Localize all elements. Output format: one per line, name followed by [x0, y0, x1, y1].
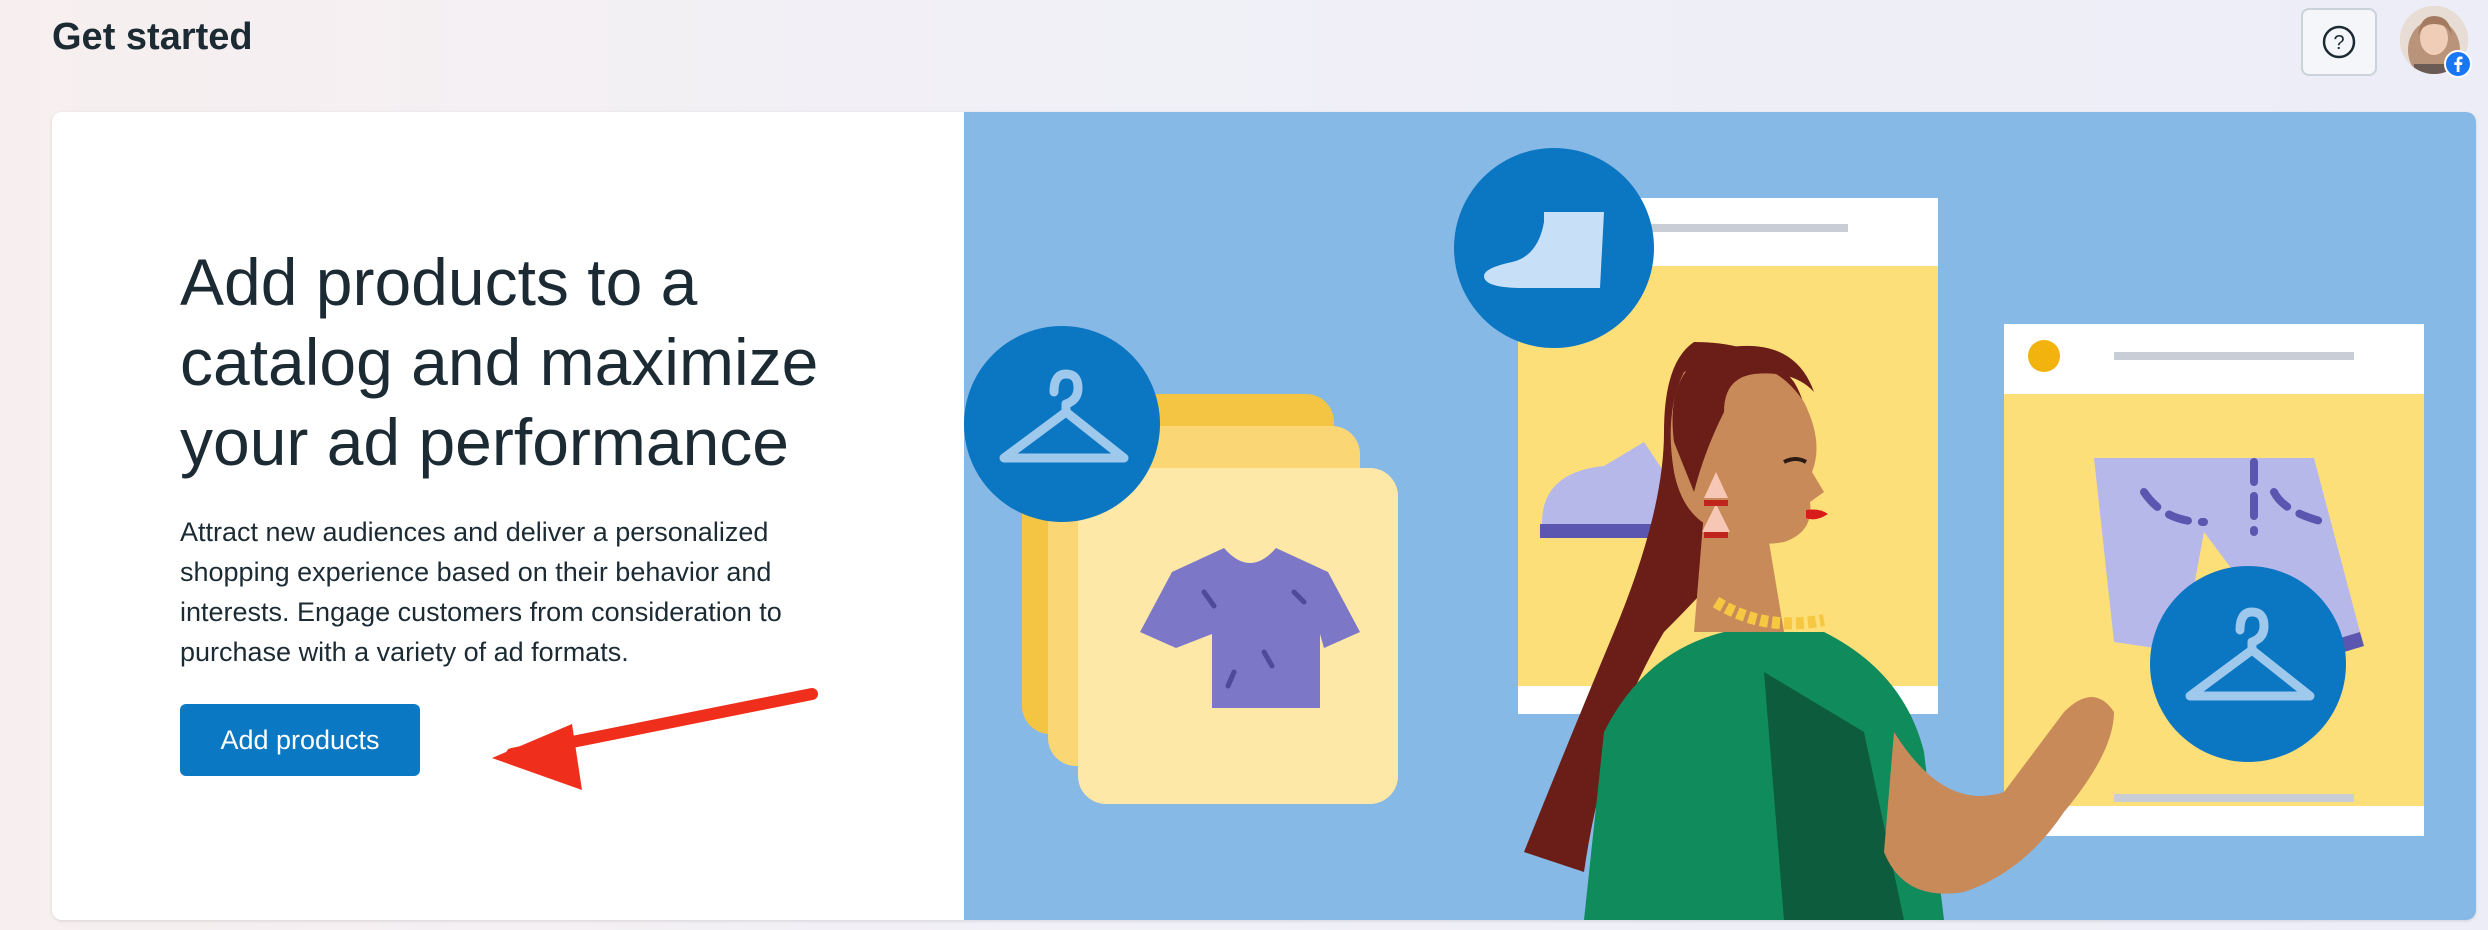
svg-text:?: ?: [2333, 32, 2344, 54]
page-title: Get started: [52, 16, 253, 58]
avatar[interactable]: [2400, 6, 2472, 78]
hanger-circle-left: [964, 326, 1160, 522]
shopping-illustration: [964, 112, 2476, 920]
add-products-button[interactable]: Add products: [180, 704, 420, 776]
catalog-promo-card: Add products to a catalog and maximize y…: [52, 112, 2476, 920]
question-circle-icon: ?: [2322, 25, 2356, 59]
promo-headline: Add products to a catalog and maximize y…: [180, 245, 819, 479]
boot-circle: [1454, 148, 1654, 348]
hanger-circle-right: [2150, 566, 2346, 762]
help-button[interactable]: ?: [2301, 8, 2377, 76]
annotation-arrow-icon: [492, 688, 818, 790]
promo-text-pane: Add products to a catalog and maximize y…: [52, 112, 964, 920]
promo-description: Attract new audiences and deliver a pers…: [180, 517, 782, 667]
facebook-icon: [2444, 50, 2472, 78]
